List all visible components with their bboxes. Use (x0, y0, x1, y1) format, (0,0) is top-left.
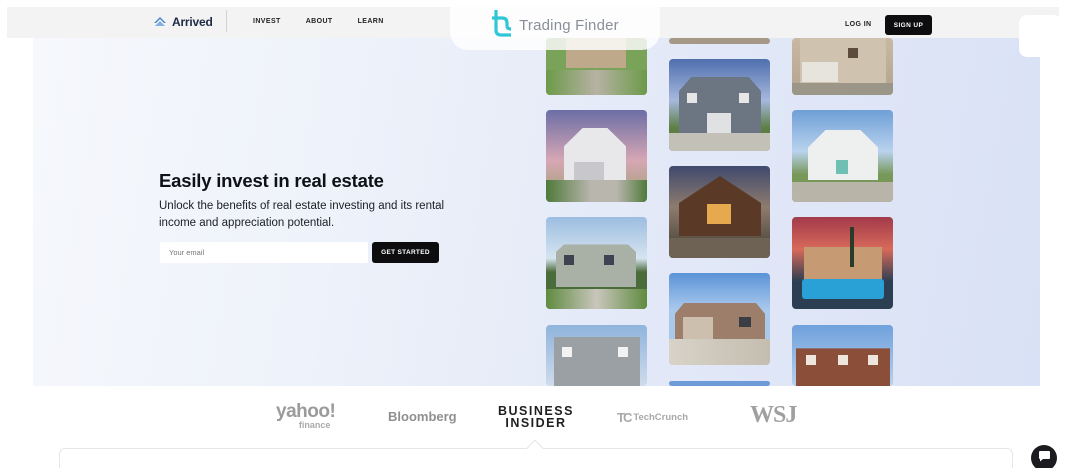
trading-finder-logo-icon (491, 8, 515, 43)
house-stack-icon (153, 16, 167, 28)
techcrunch-wordmark: TechCrunch (633, 412, 689, 423)
hero-title: Easily invest in real estate (159, 170, 384, 191)
yahoo-finance-label: finance (298, 420, 331, 430)
nav-invest[interactable]: INVEST (253, 18, 281, 25)
business-insider-line2: INSIDER (505, 416, 567, 430)
corner-overlay (1019, 15, 1062, 57)
press-logo-yahoo-finance: yahoo! finance (276, 401, 336, 430)
house-photo (546, 217, 647, 309)
watermark-text: Trading Finder (519, 16, 619, 34)
techcrunch-mark: TC (617, 410, 632, 425)
press-logo-bloomberg: Bloomberg (388, 409, 457, 424)
house-photo (669, 273, 770, 365)
house-photo (669, 166, 770, 258)
nav-learn[interactable]: LEARN (358, 18, 384, 25)
trading-finder-watermark: Trading Finder (450, 0, 660, 50)
press-logo-techcrunch: TC TechCrunch (617, 410, 688, 425)
yahoo-wordmark: yahoo! (276, 401, 336, 422)
hero-subtitle: Unlock the benefits of real estate inves… (159, 200, 445, 229)
press-logo-wsj: WSJ (750, 402, 797, 428)
house-photo (546, 110, 647, 202)
signup-button[interactable]: SIGN UP (885, 15, 932, 35)
header-divider (226, 10, 227, 32)
press-logo-business-insider: BUSINESS INSIDER (498, 405, 574, 430)
brand-name: Arrived (172, 15, 213, 29)
house-photo (792, 38, 893, 95)
nav-about[interactable]: ABOUT (306, 18, 333, 25)
login-link[interactable]: LOG IN (845, 21, 872, 28)
chat-bubble-icon (1038, 449, 1051, 467)
house-photo (792, 217, 893, 309)
chat-launcher-button[interactable] (1031, 445, 1057, 468)
house-photo (669, 38, 770, 44)
house-photo (669, 381, 770, 386)
main-nav: INVEST ABOUT LEARN (253, 18, 384, 25)
house-photo (792, 325, 893, 386)
brand-logo[interactable]: Arrived (153, 15, 213, 29)
house-photo (792, 110, 893, 202)
get-started-button[interactable]: GET STARTED (372, 242, 439, 263)
house-photo (546, 325, 647, 386)
house-photo (669, 59, 770, 151)
email-input[interactable] (160, 242, 368, 263)
